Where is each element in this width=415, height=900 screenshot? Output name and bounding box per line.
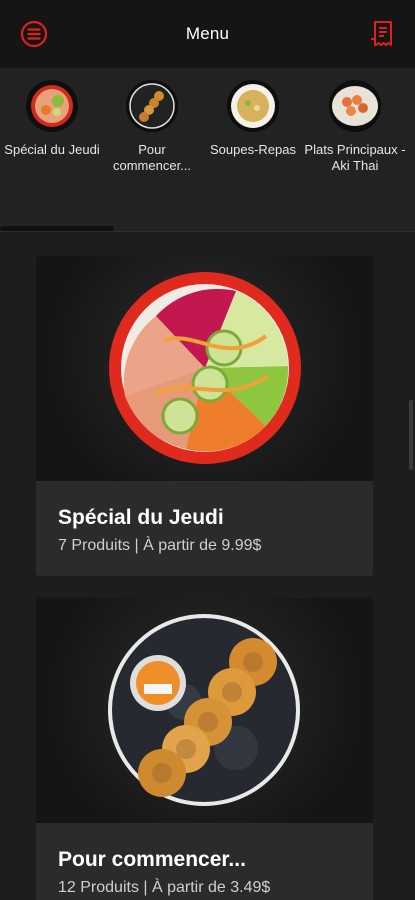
category-label: Plats Principaux - Aki Thai: [304, 142, 406, 173]
receipt-icon[interactable]: [367, 18, 399, 50]
category-special-jeudi[interactable]: Spécial du Jeudi: [0, 80, 104, 158]
app-header: Menu: [0, 0, 415, 68]
hamburger-menu-icon[interactable]: [18, 18, 50, 50]
shrimp-dish-thumbnail: [329, 80, 381, 132]
card-title: Pour commencer...: [58, 848, 246, 871]
poke-bowl-image: [36, 256, 373, 481]
scrollbar[interactable]: [409, 400, 413, 470]
croquettes-plate-image: [36, 598, 373, 823]
card-product-count-price: 12 Produits | À partir de 3.49$: [58, 879, 271, 896]
page-title: Menu: [185, 24, 230, 43]
card-title: Spécial du Jeudi: [58, 506, 224, 529]
category-pour-commencer[interactable]: Pour commencer...: [100, 80, 204, 174]
category-label: Spécial du Jeudi: [4, 142, 100, 157]
category-carousel: Spécial du Jeudi Pour commencer... Soupe…: [0, 68, 415, 232]
category-card-special-jeudi[interactable]: Spécial du Jeudi 7 Produits | À partir d…: [36, 256, 373, 576]
divider: [0, 231, 415, 232]
category-label: Soupes-Repas: [210, 142, 296, 157]
category-label: Pour commencer...: [112, 142, 192, 173]
category-plats-principaux[interactable]: Plats Principaux - Aki Thai: [303, 80, 407, 174]
soup-bowl-thumbnail: [227, 80, 279, 132]
croquettes-plate-thumbnail: [126, 80, 178, 132]
category-card-pour-commencer[interactable]: Pour commencer... 12 Produits | À partir…: [36, 598, 373, 900]
poke-bowl-thumbnail: [26, 80, 78, 132]
card-product-count-price: 7 Produits | À partir de 9.99$: [58, 537, 262, 554]
category-soupes-repas[interactable]: Soupes-Repas: [201, 80, 305, 158]
